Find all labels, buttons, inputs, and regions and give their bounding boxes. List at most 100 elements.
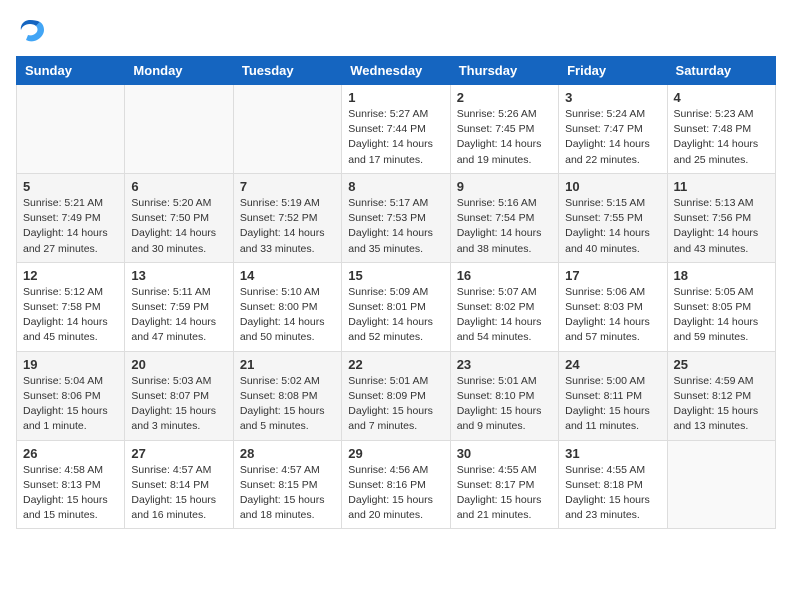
day-number: 4 [674, 90, 769, 105]
day-number: 28 [240, 446, 335, 461]
page-header [16, 16, 776, 44]
day-cell: 19 Sunrise: 5:04 AM Sunset: 8:06 PM Dayli… [17, 351, 125, 440]
day-number: 8 [348, 179, 443, 194]
day-cell: 7 Sunrise: 5:19 AM Sunset: 7:52 PM Daylig… [233, 173, 341, 262]
week-row-1: 1Sunrise: 5:27 AM Sunset: 7:44 PM Daylig… [17, 85, 776, 174]
day-number: 5 [23, 179, 118, 194]
weekday-header-thursday: Thursday [450, 57, 558, 85]
week-row-3: 12 Sunrise: 5:12 AM Sunset: 7:58 PM Dayli… [17, 262, 776, 351]
day-cell: 28 Sunrise: 4:57 AM Sunset: 8:15 PM Dayli… [233, 440, 341, 529]
day-info: Sunrise: 4:56 AM Sunset: 8:16 PM Dayligh… [348, 463, 443, 524]
logo-icon [16, 16, 44, 44]
day-info: Sunrise: 5:02 AM Sunset: 8:08 PM Dayligh… [240, 374, 335, 435]
day-number: 11 [674, 179, 769, 194]
weekday-header-sunday: Sunday [17, 57, 125, 85]
day-cell: 30 Sunrise: 4:55 AM Sunset: 8:17 PM Dayli… [450, 440, 558, 529]
day-cell: 6 Sunrise: 5:20 AM Sunset: 7:50 PM Daylig… [125, 173, 233, 262]
day-number: 18 [674, 268, 769, 283]
day-info: Sunrise: 5:06 AM Sunset: 8:03 PM Dayligh… [565, 285, 660, 346]
day-cell: 2Sunrise: 5:26 AM Sunset: 7:45 PM Daylig… [450, 85, 558, 174]
day-number: 19 [23, 357, 118, 372]
weekday-header-tuesday: Tuesday [233, 57, 341, 85]
weekday-header-friday: Friday [559, 57, 667, 85]
week-row-5: 26 Sunrise: 4:58 AM Sunset: 8:13 PM Dayli… [17, 440, 776, 529]
day-info: Sunrise: 5:13 AM Sunset: 7:56 PM Dayligh… [674, 196, 769, 257]
day-info: Sunrise: 4:57 AM Sunset: 8:15 PM Dayligh… [240, 463, 335, 524]
day-info: Sunrise: 5:16 AM Sunset: 7:54 PM Dayligh… [457, 196, 552, 257]
day-number: 1 [348, 90, 443, 105]
day-info: Sunrise: 5:24 AM Sunset: 7:47 PM Dayligh… [565, 107, 660, 168]
day-info: Sunrise: 5:12 AM Sunset: 7:58 PM Dayligh… [23, 285, 118, 346]
day-info: Sunrise: 5:21 AM Sunset: 7:49 PM Dayligh… [23, 196, 118, 257]
day-cell [233, 85, 341, 174]
day-info: Sunrise: 4:55 AM Sunset: 8:18 PM Dayligh… [565, 463, 660, 524]
day-cell [667, 440, 775, 529]
day-info: Sunrise: 5:23 AM Sunset: 7:48 PM Dayligh… [674, 107, 769, 168]
week-row-2: 5 Sunrise: 5:21 AM Sunset: 7:49 PM Daylig… [17, 173, 776, 262]
day-number: 2 [457, 90, 552, 105]
day-info: Sunrise: 5:11 AM Sunset: 7:59 PM Dayligh… [131, 285, 226, 346]
day-number: 3 [565, 90, 660, 105]
day-number: 20 [131, 357, 226, 372]
day-cell: 26 Sunrise: 4:58 AM Sunset: 8:13 PM Dayli… [17, 440, 125, 529]
day-cell: 11 Sunrise: 5:13 AM Sunset: 7:56 PM Dayli… [667, 173, 775, 262]
day-number: 22 [348, 357, 443, 372]
day-number: 12 [23, 268, 118, 283]
day-number: 21 [240, 357, 335, 372]
day-cell: 18 Sunrise: 5:05 AM Sunset: 8:05 PM Dayli… [667, 262, 775, 351]
day-info: Sunrise: 5:00 AM Sunset: 8:11 PM Dayligh… [565, 374, 660, 435]
day-cell: 13 Sunrise: 5:11 AM Sunset: 7:59 PM Dayli… [125, 262, 233, 351]
calendar: SundayMondayTuesdayWednesdayThursdayFrid… [16, 56, 776, 529]
day-number: 27 [131, 446, 226, 461]
day-info: Sunrise: 5:19 AM Sunset: 7:52 PM Dayligh… [240, 196, 335, 257]
day-cell [17, 85, 125, 174]
day-info: Sunrise: 5:01 AM Sunset: 8:10 PM Dayligh… [457, 374, 552, 435]
day-info: Sunrise: 5:10 AM Sunset: 8:00 PM Dayligh… [240, 285, 335, 346]
day-info: Sunrise: 5:15 AM Sunset: 7:55 PM Dayligh… [565, 196, 660, 257]
day-number: 24 [565, 357, 660, 372]
weekday-header-row: SundayMondayTuesdayWednesdayThursdayFrid… [17, 57, 776, 85]
day-cell: 5 Sunrise: 5:21 AM Sunset: 7:49 PM Daylig… [17, 173, 125, 262]
day-info: Sunrise: 5:01 AM Sunset: 8:09 PM Dayligh… [348, 374, 443, 435]
day-cell: 9 Sunrise: 5:16 AM Sunset: 7:54 PM Daylig… [450, 173, 558, 262]
day-cell: 17Sunrise: 5:06 AM Sunset: 8:03 PM Dayli… [559, 262, 667, 351]
day-cell: 15Sunrise: 5:09 AM Sunset: 8:01 PM Dayli… [342, 262, 450, 351]
day-number: 25 [674, 357, 769, 372]
day-number: 10 [565, 179, 660, 194]
day-cell: 14Sunrise: 5:10 AM Sunset: 8:00 PM Dayli… [233, 262, 341, 351]
day-cell: 24 Sunrise: 5:00 AM Sunset: 8:11 PM Dayli… [559, 351, 667, 440]
day-number: 30 [457, 446, 552, 461]
weekday-header-monday: Monday [125, 57, 233, 85]
day-cell: 23Sunrise: 5:01 AM Sunset: 8:10 PM Dayli… [450, 351, 558, 440]
day-cell: 22 Sunrise: 5:01 AM Sunset: 8:09 PM Dayli… [342, 351, 450, 440]
weekday-header-wednesday: Wednesday [342, 57, 450, 85]
day-cell: 29 Sunrise: 4:56 AM Sunset: 8:16 PM Dayli… [342, 440, 450, 529]
day-info: Sunrise: 5:07 AM Sunset: 8:02 PM Dayligh… [457, 285, 552, 346]
day-number: 6 [131, 179, 226, 194]
day-number: 29 [348, 446, 443, 461]
day-cell: 27Sunrise: 4:57 AM Sunset: 8:14 PM Dayli… [125, 440, 233, 529]
day-cell: 1Sunrise: 5:27 AM Sunset: 7:44 PM Daylig… [342, 85, 450, 174]
day-number: 9 [457, 179, 552, 194]
day-cell: 25 Sunrise: 4:59 AM Sunset: 8:12 PM Dayli… [667, 351, 775, 440]
day-cell: 21 Sunrise: 5:02 AM Sunset: 8:08 PM Dayli… [233, 351, 341, 440]
day-info: Sunrise: 4:58 AM Sunset: 8:13 PM Dayligh… [23, 463, 118, 524]
day-info: Sunrise: 5:09 AM Sunset: 8:01 PM Dayligh… [348, 285, 443, 346]
day-number: 31 [565, 446, 660, 461]
weekday-header-saturday: Saturday [667, 57, 775, 85]
day-info: Sunrise: 5:05 AM Sunset: 8:05 PM Dayligh… [674, 285, 769, 346]
day-cell [125, 85, 233, 174]
day-cell: 3 Sunrise: 5:24 AM Sunset: 7:47 PM Daylig… [559, 85, 667, 174]
day-cell: 8Sunrise: 5:17 AM Sunset: 7:53 PM Daylig… [342, 173, 450, 262]
day-number: 26 [23, 446, 118, 461]
day-cell: 20Sunrise: 5:03 AM Sunset: 8:07 PM Dayli… [125, 351, 233, 440]
day-number: 7 [240, 179, 335, 194]
day-cell: 4 Sunrise: 5:23 AM Sunset: 7:48 PM Daylig… [667, 85, 775, 174]
day-number: 13 [131, 268, 226, 283]
day-info: Sunrise: 5:04 AM Sunset: 8:06 PM Dayligh… [23, 374, 118, 435]
day-info: Sunrise: 5:20 AM Sunset: 7:50 PM Dayligh… [131, 196, 226, 257]
day-cell: 12 Sunrise: 5:12 AM Sunset: 7:58 PM Dayli… [17, 262, 125, 351]
day-info: Sunrise: 4:59 AM Sunset: 8:12 PM Dayligh… [674, 374, 769, 435]
day-info: Sunrise: 4:55 AM Sunset: 8:17 PM Dayligh… [457, 463, 552, 524]
day-cell: 31 Sunrise: 4:55 AM Sunset: 8:18 PM Dayli… [559, 440, 667, 529]
